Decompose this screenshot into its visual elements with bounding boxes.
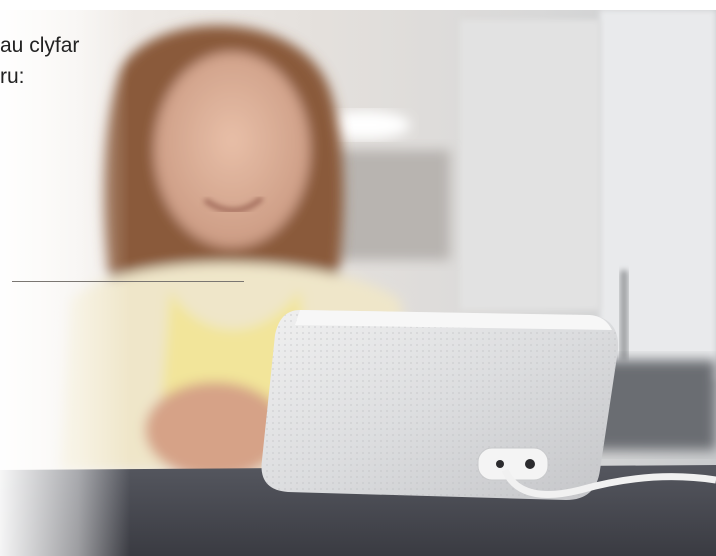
smart-speaker <box>261 310 619 500</box>
caption-line-1: au clyfar <box>0 34 80 57</box>
range-hood <box>330 150 450 260</box>
caption-text: au clyfar ru: <box>0 30 79 92</box>
top-strip <box>0 0 716 10</box>
caption-line-2: ru: <box>0 65 25 88</box>
cabinet-middle <box>460 20 600 310</box>
photo-scene <box>0 0 716 556</box>
cabinet-handle <box>620 270 628 360</box>
divider-line <box>12 281 244 282</box>
speaker-ports <box>477 447 549 481</box>
cabinet-right <box>600 10 716 380</box>
